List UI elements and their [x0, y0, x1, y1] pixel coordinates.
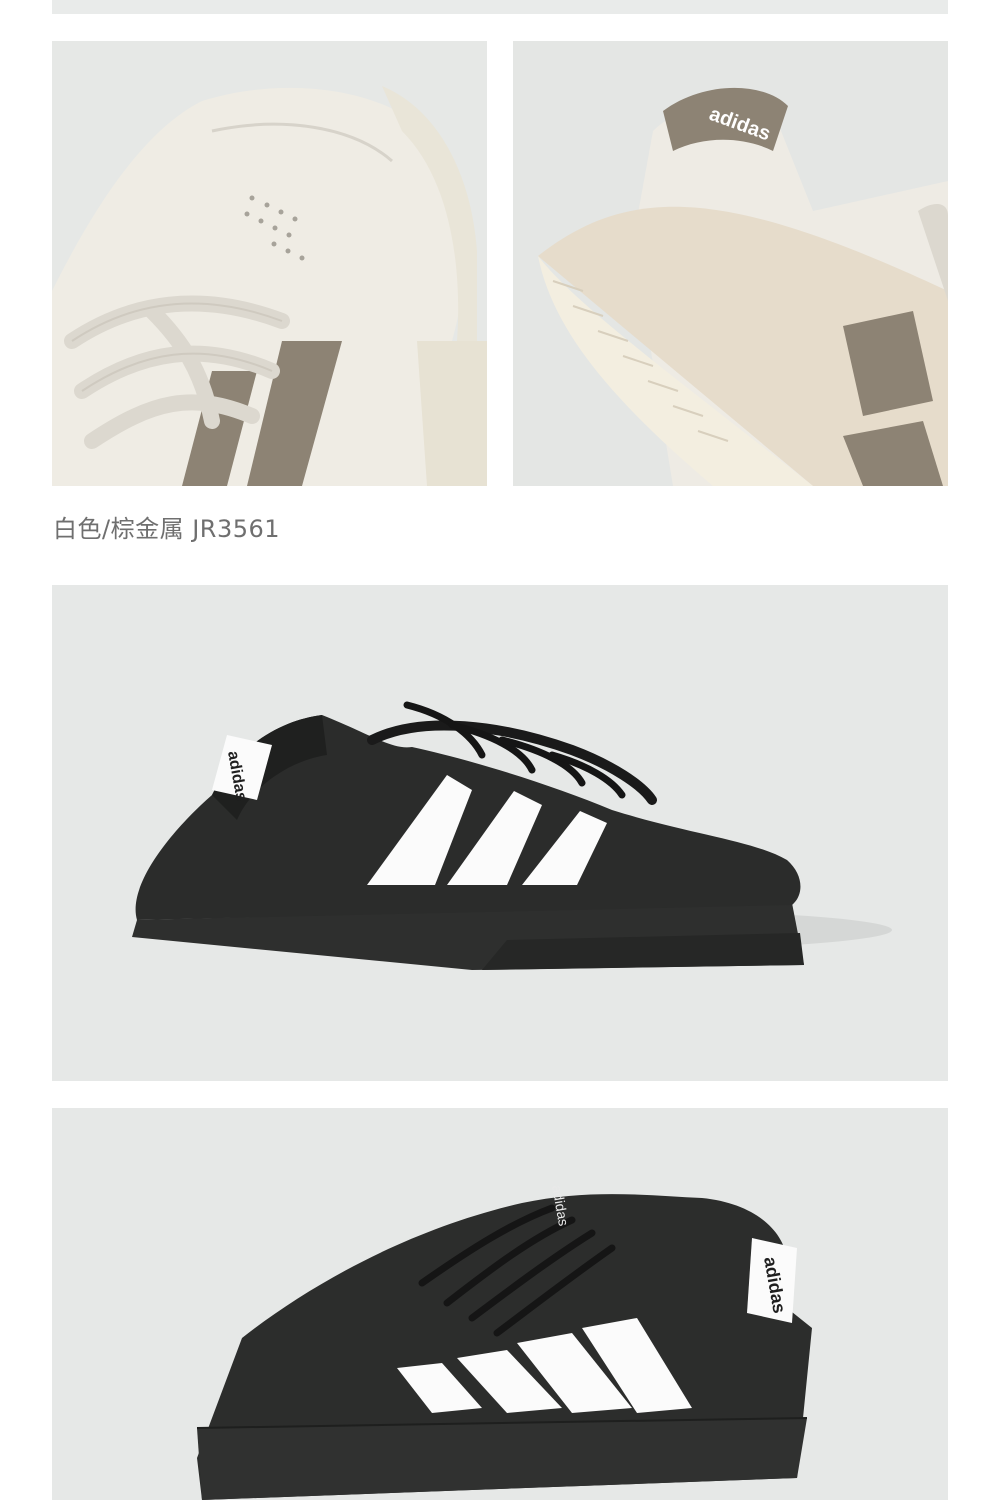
sneaker-toe-detail-icon [52, 86, 487, 486]
detail-image-heel: adidas [513, 41, 948, 486]
product-image-side: adidas [52, 585, 948, 1081]
top-image-strip [52, 0, 948, 14]
detail-image-toe [52, 41, 487, 486]
sneaker-side-icon: adidas [132, 701, 892, 970]
sneaker-medial-icon: adidas adidas [196, 1184, 812, 1500]
color-variant-caption: 白色/棕金属 JR3561 [53, 515, 281, 543]
sneaker-heel-detail-icon: adidas [538, 87, 948, 486]
product-image-medial: adidas adidas [52, 1108, 948, 1500]
